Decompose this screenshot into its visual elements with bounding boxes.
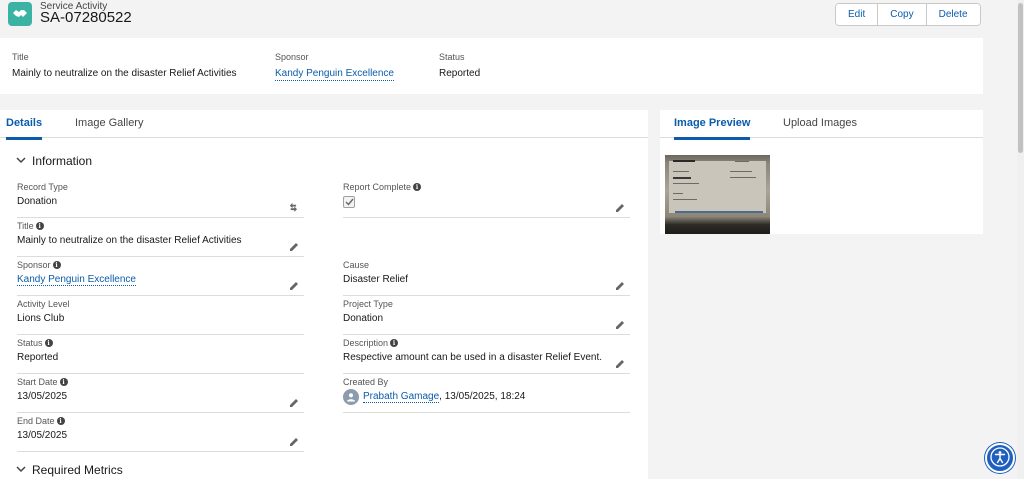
info-icon[interactable]: i <box>35 222 44 230</box>
field-report-complete: Report Complete i <box>343 182 630 218</box>
field-cause: Cause Disaster Relief <box>343 260 630 296</box>
field-label: Status i <box>17 338 53 348</box>
sponsor-link[interactable]: Kandy Penguin Excellence <box>17 274 136 286</box>
field-value: Lions Club <box>17 313 65 324</box>
section-information-label: Information <box>32 154 93 168</box>
highlights-panel: Title Mainly to neutralize on the disast… <box>0 38 983 94</box>
field-label-text: Description <box>343 338 389 348</box>
handshake-icon <box>8 2 32 26</box>
section-required-metrics[interactable]: Required Metrics <box>16 463 123 477</box>
field-label-text: Status <box>17 338 43 348</box>
field-label-text: Sponsor <box>17 260 51 270</box>
info-icon[interactable]: i <box>390 339 399 347</box>
highlight-status-value: Reported <box>439 68 481 79</box>
edit-pencil-icon[interactable] <box>614 319 626 331</box>
highlight-title-label: Title <box>12 52 29 62</box>
highlight-sponsor-label: Sponsor <box>275 52 309 62</box>
edit-pencil-icon[interactable] <box>288 436 300 448</box>
highlight-sponsor-link[interactable]: Kandy Penguin Excellence <box>275 68 394 81</box>
field-value: Reported <box>17 352 59 363</box>
change-record-type-icon[interactable] <box>288 202 300 214</box>
highlight-status: Status Reported <box>439 52 480 79</box>
highlight-sponsor: Sponsor Kandy Penguin Excellence <box>275 52 394 81</box>
edit-button[interactable]: Edit <box>836 4 878 25</box>
section-information[interactable]: Information <box>16 154 92 168</box>
edit-pencil-icon[interactable] <box>288 241 300 253</box>
field-label-text: Start Date <box>17 377 58 387</box>
record-header: Service Activity SA-07280522 Edit Copy D… <box>0 0 983 34</box>
field-label-text: Title <box>17 221 34 231</box>
info-icon[interactable]: i <box>413 183 422 191</box>
scrollbar-thumb[interactable] <box>1018 3 1023 153</box>
image-card: Image Preview Upload Images <box>660 110 983 234</box>
section-required-metrics-label: Required Metrics <box>32 463 123 477</box>
field-label: Activity Level <box>17 299 70 309</box>
field-label: End Date i <box>17 416 65 426</box>
info-icon[interactable]: i <box>44 339 53 347</box>
field-sponsor: Sponsor i Kandy Penguin Excellence <box>17 260 304 296</box>
field-label: Start Date i <box>17 377 68 387</box>
field-value: Respective amount can be used in a disas… <box>343 352 603 363</box>
record-actions: Edit Copy Delete <box>835 3 981 26</box>
field-value: Mainly to neutralize on the disaster Rel… <box>17 235 242 246</box>
field-label: Sponsor i <box>17 260 61 270</box>
field-label: Record Type <box>17 182 68 192</box>
field-record-type: Record Type Donation <box>17 182 304 218</box>
field-value: Disaster Relief <box>343 274 409 285</box>
user-avatar-icon <box>343 389 359 405</box>
edit-pencil-icon[interactable] <box>288 280 300 292</box>
page-scrollbar[interactable] <box>1017 0 1024 479</box>
field-value: 13/05/2025 <box>17 391 68 402</box>
field-label: Cause <box>343 260 370 270</box>
created-by-timestamp: , 13/05/2025, 18:24 <box>439 391 526 402</box>
accessibility-button[interactable] <box>985 443 1015 473</box>
info-icon[interactable]: i <box>59 378 68 386</box>
image-preview-thumbnail[interactable] <box>665 155 770 234</box>
field-end-date: End Date i 13/05/2025 <box>17 416 304 452</box>
field-value: Donation <box>17 196 58 207</box>
edit-pencil-icon[interactable] <box>614 202 626 214</box>
field-activity-level: Activity Level Lions Club <box>17 299 304 335</box>
highlight-title-value: Mainly to neutralize on the disaster Rel… <box>12 68 237 79</box>
chevron-down-icon <box>16 156 26 166</box>
field-description: Description i Respective amount can be u… <box>343 338 630 374</box>
field-status: Status i Reported <box>17 338 304 374</box>
accessibility-icon <box>990 446 1010 470</box>
tab-image-gallery[interactable]: Image Gallery <box>75 117 143 137</box>
field-label: Created By <box>343 377 389 387</box>
chevron-down-icon <box>16 465 26 475</box>
copy-button[interactable]: Copy <box>877 4 926 25</box>
edit-pencil-icon[interactable] <box>288 397 300 409</box>
tab-image-preview[interactable]: Image Preview <box>674 117 751 140</box>
field-label: Title i <box>17 221 44 231</box>
details-card: Details Image Gallery Information Record… <box>0 110 648 479</box>
highlight-title: Title Mainly to neutralize on the disast… <box>12 52 237 79</box>
field-label-text: Report Complete <box>343 182 412 192</box>
field-created-by: Created By Prabath Gamage, 13/05/2025, 1… <box>343 377 630 413</box>
created-by-value: Prabath Gamage, 13/05/2025, 18:24 <box>363 391 526 403</box>
field-title: Title i Mainly to neutralize on the disa… <box>17 221 304 257</box>
field-label: Project Type <box>343 299 393 309</box>
field-value: Donation <box>343 313 384 324</box>
field-label: Report Complete i <box>343 182 422 192</box>
field-label-text: End Date <box>17 416 55 426</box>
tab-details[interactable]: Details <box>6 117 43 140</box>
image-tabs: Image Preview Upload Images <box>660 110 983 140</box>
edit-pencil-icon[interactable] <box>614 358 626 370</box>
page-title: SA-07280522 <box>40 9 132 26</box>
created-by-user-link[interactable]: Prabath Gamage <box>363 391 440 403</box>
field-start-date: Start Date i 13/05/2025 <box>17 377 304 413</box>
report-complete-checkbox[interactable] <box>343 196 355 208</box>
info-icon[interactable]: i <box>56 417 65 425</box>
delete-button[interactable]: Delete <box>925 4 980 25</box>
tab-upload-images[interactable]: Upload Images <box>783 117 857 137</box>
edit-pencil-icon[interactable] <box>614 280 626 292</box>
info-icon[interactable]: i <box>52 261 61 269</box>
field-value: 13/05/2025 <box>17 430 68 441</box>
details-tabs: Details Image Gallery <box>0 110 648 140</box>
field-label: Description i <box>343 338 399 348</box>
highlight-status-label: Status <box>439 52 465 62</box>
field-project-type: Project Type Donation <box>343 299 630 335</box>
